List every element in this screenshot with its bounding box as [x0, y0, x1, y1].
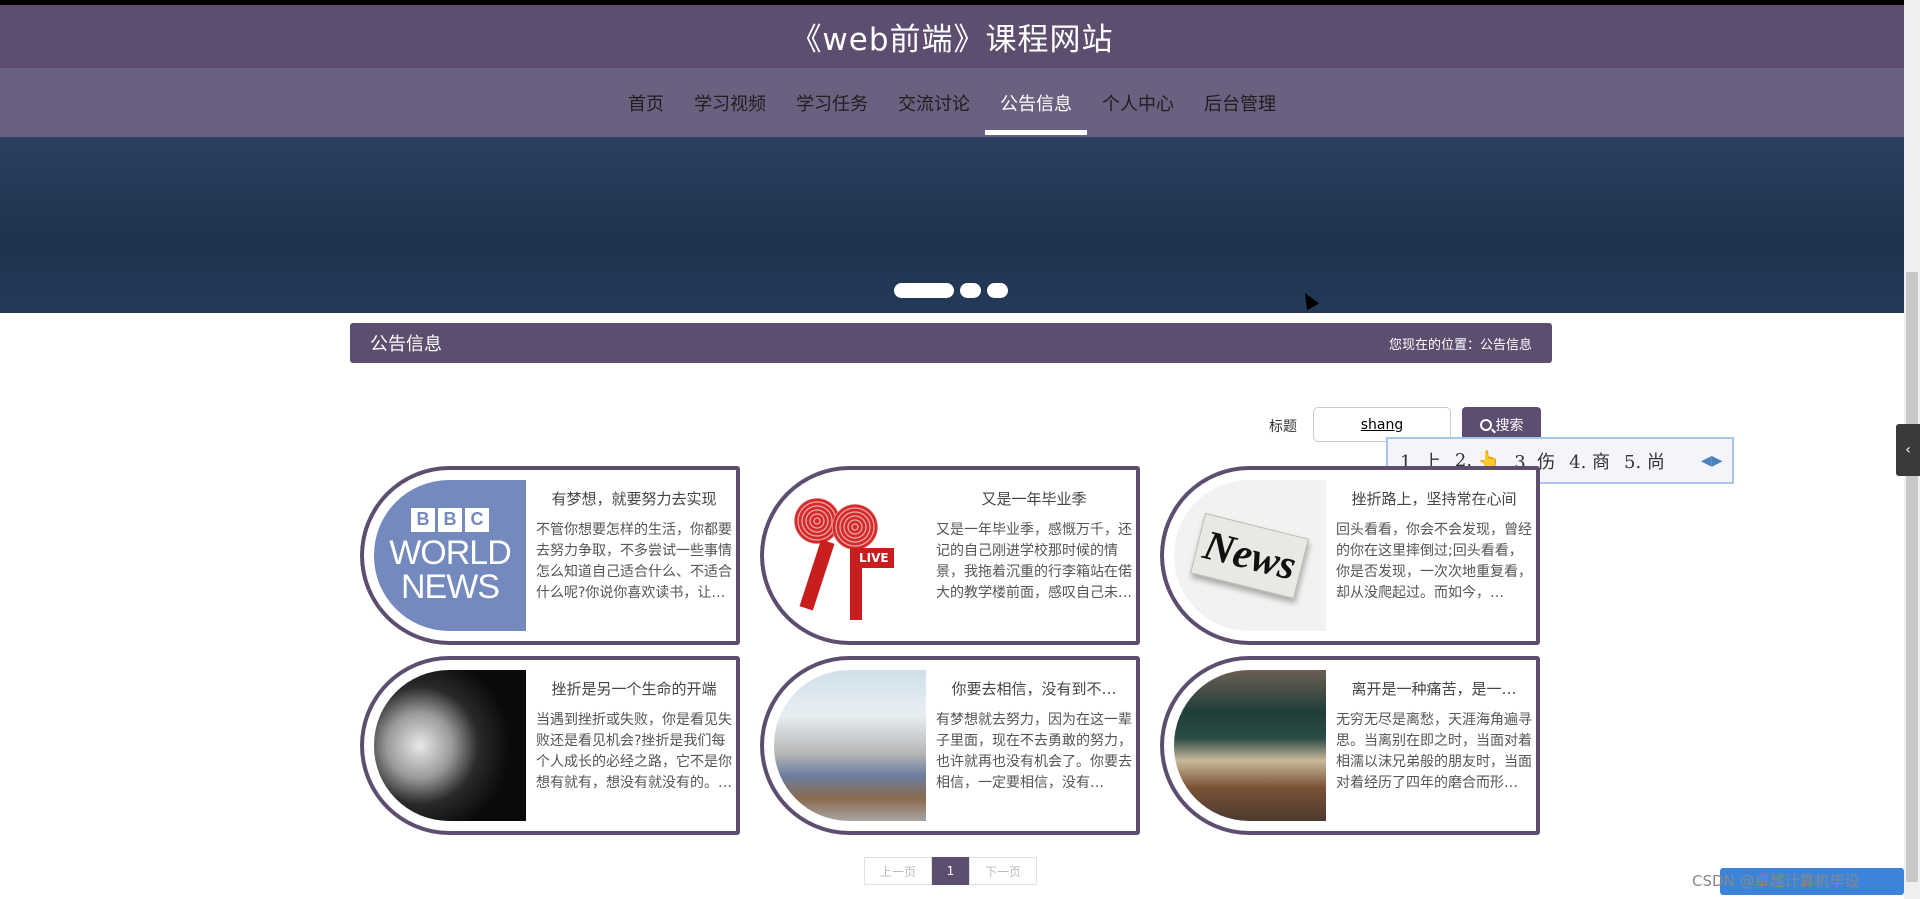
card-title[interactable]: 挫折是另一个生命的开端	[536, 678, 732, 699]
announcement-card[interactable]: 离开是一种痛苦，是一… 无穷无尽是离愁，天涯海角遍寻思。当离别在即之时，当面对着…	[1160, 656, 1540, 835]
section-header: 公告信息 您现在的位置：公告信息	[350, 323, 1552, 363]
card-summary: 不管你想要怎样的生活，你都要去努力争取，不多尝试一些事情怎么知道自己适合什么、不…	[536, 522, 732, 601]
ime-candidate-4[interactable]: 4. 商	[1569, 448, 1610, 474]
page-1-button[interactable]: 1	[932, 857, 969, 885]
nav-item-announcements[interactable]: 公告信息	[985, 68, 1087, 137]
card-title[interactable]: 又是一年毕业季	[936, 488, 1132, 509]
nav-item-profile[interactable]: 个人中心	[1087, 68, 1189, 137]
search-button-label: 搜索	[1495, 416, 1524, 433]
announcement-card[interactable]: B B C WORLD NEWS 有梦想，就要努力去实现 不管你想要怎样的生活，…	[360, 466, 740, 645]
card-image-school	[774, 670, 926, 821]
next-page-button[interactable]: 下一页	[969, 857, 1037, 885]
search-icon	[1479, 418, 1492, 431]
carousel-dot-3[interactable]	[987, 283, 1008, 298]
carousel-dot-1[interactable]	[894, 283, 954, 298]
site-title: 《web前端》课程网站	[790, 22, 1114, 58]
site-header: 《web前端》课程网站	[0, 5, 1904, 68]
card-summary: 无穷无尽是离愁，天涯海角遍寻思。当离别在即之时，当面对着相濡以沫兄弟般的朋友时，…	[1336, 712, 1532, 791]
main-nav: 首页 学习视频 学习任务 交流讨论 公告信息 个人中心 后台管理	[0, 68, 1904, 137]
nav-item-tasks[interactable]: 学习任务	[781, 68, 883, 137]
card-image-microphone: LIVE	[774, 480, 926, 631]
card-summary: 又是一年毕业季，感慨万千，还记的自己刚进学校那时候的情景，我拖着沉重的行李箱站在…	[936, 522, 1132, 601]
newspaper-icon: News	[1190, 512, 1310, 599]
prev-page-button[interactable]: 上一页	[864, 857, 932, 885]
banner-carousel	[0, 137, 1904, 313]
pagination: 上一页 1 下一页	[864, 857, 1037, 885]
card-image-bbc: B B C WORLD NEWS	[374, 480, 526, 631]
card-image-newspaper: News	[1174, 480, 1326, 631]
card-summary: 当遇到挫折或失败，你是看见失败还是看见机会?挫折是我们每个人成长的必经之路，它不…	[536, 712, 732, 791]
card-title[interactable]: 有梦想，就要努力去实现	[536, 488, 732, 509]
announcement-card[interactable]: News 挫折路上，坚持常在心间 回头看看，你会不会发现，曾经的你在这里摔倒过;…	[1160, 466, 1540, 645]
carousel-dot-2[interactable]	[960, 283, 981, 298]
scrollbar-thumb[interactable]	[1906, 272, 1918, 882]
card-title[interactable]: 你要去相信，没有到不…	[936, 678, 1132, 699]
search-label: 标题	[1269, 419, 1297, 435]
watermark: CSDN @卓越计算机毕设	[1692, 872, 1860, 890]
announcement-card[interactable]: LIVE 又是一年毕业季 又是一年毕业季，感慨万千，还记的自己刚进学校那时候的情…	[760, 466, 1140, 645]
nav-item-videos[interactable]: 学习视频	[679, 68, 781, 137]
ime-candidate-5[interactable]: 5. 尚	[1624, 448, 1665, 474]
microphone-icon	[832, 504, 878, 550]
side-panel-toggle-icon[interactable]: ‹	[1896, 424, 1920, 476]
card-summary: 回头看看，你会不会发现，曾经的你在这里摔倒过;回头看看，你是否发现，一次次地重复…	[1336, 522, 1532, 601]
bbc-logo: B B C	[411, 507, 489, 532]
announcement-card[interactable]: 你要去相信，没有到不… 有梦想就去努力，因为在这一辈子里面，现在不去勇敢的努力，…	[760, 656, 1140, 835]
nav-item-admin[interactable]: 后台管理	[1189, 68, 1291, 137]
card-title[interactable]: 离开是一种痛苦，是一…	[1336, 678, 1532, 699]
card-image-ai-robot	[374, 670, 526, 821]
breadcrumb: 您现在的位置：公告信息	[1388, 337, 1532, 353]
section-title: 公告信息	[370, 334, 442, 355]
card-image-classroom	[1174, 670, 1326, 821]
card-title[interactable]: 挫折路上，坚持常在心间	[1336, 488, 1532, 509]
ime-page-arrows-icon[interactable]: ◀▶	[1701, 453, 1723, 469]
announcement-card[interactable]: 挫折是另一个生命的开端 当遇到挫折或失败，你是看见失败还是看见机会?挫折是我们每…	[360, 656, 740, 835]
nav-item-discussion[interactable]: 交流讨论	[883, 68, 985, 137]
card-summary: 有梦想就去努力，因为在这一辈子里面，现在不去勇敢的努力，也许就再也没有机会了。你…	[936, 712, 1132, 791]
carousel-indicators	[894, 283, 1008, 298]
nav-item-home[interactable]: 首页	[613, 68, 679, 137]
live-tag: LIVE	[854, 548, 894, 568]
